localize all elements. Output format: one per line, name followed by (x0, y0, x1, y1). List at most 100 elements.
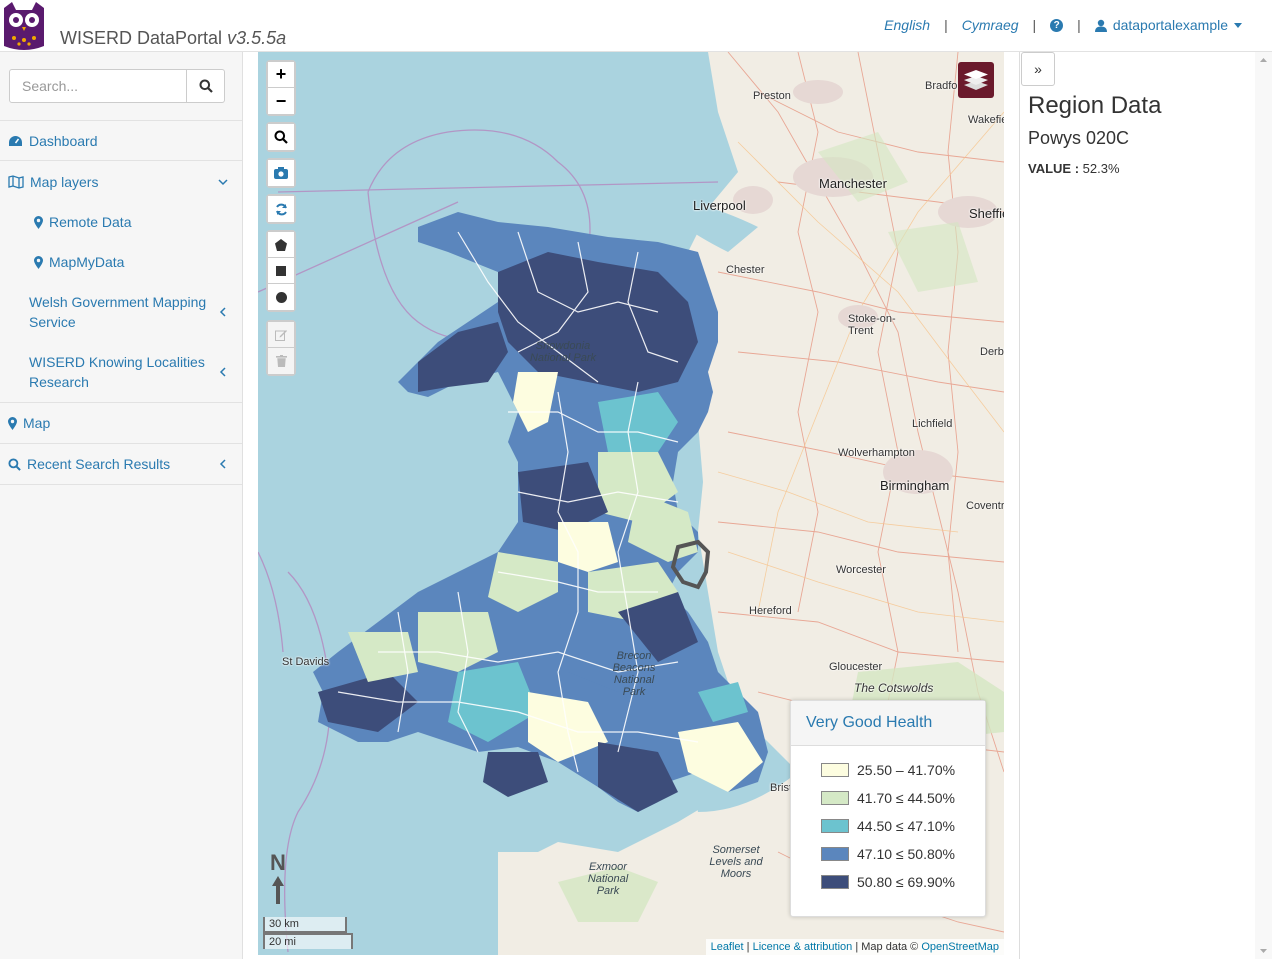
legend-title: Very Good Health (791, 701, 985, 746)
legend-item: 47.10 ≤ 50.80% (821, 846, 955, 862)
panel-title: Region Data (1028, 92, 1162, 119)
search-button[interactable] (187, 69, 225, 103)
sidebar-item-mapmydata[interactable]: MapMyData (0, 242, 242, 282)
scroll-up-arrow-icon (1260, 58, 1267, 62)
area-label: Brecon Beacons National Park (612, 650, 656, 698)
screenshot-control (266, 158, 296, 188)
legend-label: 50.80 ≤ 69.90% (857, 874, 955, 890)
region-name: Powys 020C (1028, 128, 1130, 148)
sidebar-search (9, 69, 225, 103)
edit-layers-button[interactable] (268, 322, 294, 348)
legend-item: 44.50 ≤ 47.10% (821, 818, 955, 834)
nav-separator: | (944, 17, 948, 33)
city-label: Manchester (819, 176, 887, 191)
legend-item: 41.70 ≤ 44.50% (821, 790, 955, 806)
nav-separator: | (1032, 17, 1037, 33)
refresh-button[interactable] (268, 196, 294, 222)
city-label: Chester (726, 264, 765, 276)
trash-icon (275, 355, 287, 367)
region-value: VALUE : 52.3% (1028, 161, 1120, 176)
sidebar-item-label: Dashboard (29, 132, 98, 149)
panel-scrollbar[interactable] (1255, 52, 1272, 959)
screenshot-button[interactable] (268, 160, 294, 186)
username: dataportalexample (1112, 17, 1228, 33)
area-label: Snowdonia National Park (529, 340, 597, 364)
city-label: St Davids (282, 656, 330, 668)
layers-icon (964, 70, 988, 90)
camera-icon (274, 167, 288, 179)
delete-layers-button[interactable] (268, 348, 294, 374)
city-label: Worcester (836, 564, 886, 576)
map-icon (8, 174, 24, 189)
top-nav: English | Cymraeg | ? | dataportalexampl… (884, 17, 1242, 33)
app-title: WISERD DataPortal v3.5.5a (60, 28, 286, 49)
value-text: 52.3% (1082, 161, 1120, 176)
legend-swatch (821, 791, 849, 805)
chevron-left-icon (219, 459, 226, 469)
city-label: Stoke-on-Trent (848, 313, 896, 337)
legend-label: 47.10 ≤ 50.80% (857, 846, 955, 862)
legend-swatch (821, 819, 849, 833)
map-attribution: Leaflet | Licence & attribution | Map da… (705, 939, 1004, 955)
help-icon[interactable]: ? (1050, 18, 1064, 32)
city-label: Coventry (966, 500, 1004, 512)
map-search-button[interactable] (268, 124, 294, 150)
city-label: The Cotswolds (854, 681, 934, 695)
sidebar-item-recent-search-results[interactable]: Recent Search Results (0, 444, 242, 485)
legend-label: 25.50 – 41.70% (857, 762, 956, 778)
map-marker-icon (34, 215, 43, 229)
top-header: WISERD DataPortal v3.5.5a English | Cymr… (0, 0, 1272, 52)
sidebar-item-map-layers[interactable]: Map layers (0, 161, 242, 202)
language-english-link[interactable]: English (884, 17, 930, 33)
licence-link[interactable]: Licence & attribution (753, 941, 853, 953)
city-label: Preston (753, 90, 791, 102)
sidebar-item-label: Welsh Government Mapping Service (29, 294, 207, 330)
osm-link[interactable]: OpenStreetMap (921, 941, 999, 953)
app-version: v3.5.5a (227, 28, 287, 48)
scale-bar: 30 km 20 mi (263, 917, 353, 949)
leaflet-link[interactable]: Leaflet (711, 941, 744, 953)
area-label: Somerset Levels and Moors (709, 844, 763, 880)
legend-item: 25.50 – 41.70% (821, 762, 955, 778)
sidebar-item-remote-data[interactable]: Remote Data (0, 202, 242, 242)
zoom-in-button[interactable]: + (268, 62, 294, 88)
sidebar-menu: Dashboard Map layers Remote Data MapMyDa… (0, 120, 242, 485)
search-icon (274, 130, 288, 144)
sidebar-item-dashboard[interactable]: Dashboard (0, 120, 242, 161)
user-menu-dropdown[interactable]: dataportalexample (1094, 17, 1242, 33)
arrow-up-icon (272, 876, 284, 904)
user-icon (1094, 19, 1107, 32)
polygon-icon (275, 238, 287, 251)
zoom-out-button[interactable]: − (268, 88, 294, 114)
sidebar-item-label: WISERD Knowing Localities Research (29, 354, 205, 390)
wiserd-owl-logo[interactable] (0, 0, 48, 52)
map-view[interactable]: Preston Bradford Wakefield Manchester Li… (258, 52, 1004, 955)
sidebar-item-label: Map (23, 415, 51, 431)
legend-swatch (821, 847, 849, 861)
square-icon (276, 265, 286, 276)
circle-icon (275, 291, 287, 303)
sidebar-item-map[interactable]: Map (0, 403, 242, 444)
city-label: Lichfield (912, 418, 953, 430)
collapse-panel-button[interactable]: » (1021, 52, 1055, 86)
search-input[interactable] (9, 69, 187, 103)
map-marker-icon (8, 416, 17, 430)
area-label: Exmoor National Park (587, 861, 629, 897)
draw-rectangle-button[interactable] (268, 258, 294, 284)
language-welsh-link[interactable]: Cymraeg (962, 17, 1019, 33)
draw-polygon-button[interactable] (268, 232, 294, 258)
layers-toggle-button[interactable] (958, 62, 994, 98)
dashboard-icon (9, 135, 22, 146)
city-label: Gloucester (829, 661, 883, 673)
edit-icon (275, 329, 287, 341)
sidebar-item-wiserd-knowing-localities[interactable]: WISERD Knowing Localities Research (0, 342, 242, 402)
app-name: WISERD DataPortal (60, 28, 223, 48)
edit-control (266, 320, 296, 376)
draw-circle-button[interactable] (268, 284, 294, 310)
value-label: VALUE : (1028, 161, 1080, 176)
zoom-control: + − (266, 60, 296, 116)
map-search-control (266, 122, 296, 152)
search-icon (199, 79, 213, 93)
draw-control (266, 230, 296, 312)
sidebar-item-welsh-government-mapping[interactable]: Welsh Government Mapping Service (0, 282, 242, 342)
